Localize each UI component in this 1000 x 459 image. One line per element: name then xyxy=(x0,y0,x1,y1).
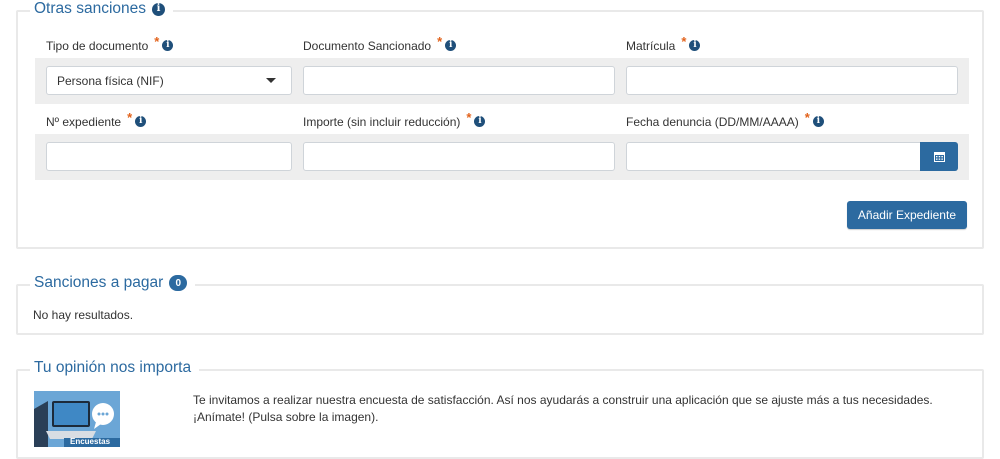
matricula-input[interactable] xyxy=(626,66,958,95)
info-icon[interactable]: i xyxy=(152,2,165,16)
required-mark: * xyxy=(437,34,443,49)
calendar-icon xyxy=(933,152,945,162)
sanciones-pagar-title: Sanciones a pagar 0 xyxy=(30,274,196,292)
required-mark: * xyxy=(681,34,687,49)
label-fecha-denuncia: Fecha denuncia (DD/MM/AAAA) * i xyxy=(626,110,824,129)
encuestas-image[interactable]: Encuestas xyxy=(34,391,120,447)
add-expediente-button[interactable]: Añadir Expediente xyxy=(846,201,967,229)
documento-sancionado-input[interactable] xyxy=(303,66,615,95)
label-num-expediente: Nº expediente * i xyxy=(46,110,147,129)
info-icon[interactable]: i xyxy=(812,116,824,127)
info-icon[interactable]: i xyxy=(445,40,457,51)
required-mark: * xyxy=(804,110,810,125)
importe-input[interactable] xyxy=(303,142,615,171)
empty-results-text: No hay resultados. xyxy=(33,308,134,322)
otras-sanciones-title: Otras sanciones i xyxy=(30,0,173,18)
sanciones-pagar-panel: Sanciones a pagar 0 No hay resultados. xyxy=(16,274,984,335)
fecha-denuncia-input[interactable] xyxy=(626,142,958,171)
info-icon[interactable]: i xyxy=(135,116,147,127)
required-mark: * xyxy=(127,110,133,125)
survey-text-line2: ¡Anímate! (Pulsa sobre la imagen). xyxy=(193,410,379,424)
otras-sanciones-panel: Otras sanciones i Tipo de documento * i … xyxy=(16,0,984,249)
required-mark: * xyxy=(154,34,160,49)
count-badge: 0 xyxy=(169,275,188,291)
label-tipo-documento: Tipo de documento * i xyxy=(46,34,174,53)
info-icon[interactable]: i xyxy=(162,40,174,51)
field-band-2 xyxy=(35,134,969,180)
survey-text-line1: Te invitamos a realizar nuestra encuesta… xyxy=(193,393,933,407)
opinion-panel: Tu opinión nos importa Encuestas Te invi… xyxy=(16,359,984,459)
calendar-button[interactable] xyxy=(920,142,958,171)
label-row-2: Nº expediente * i Importe (sin incluir r… xyxy=(35,108,969,134)
label-importe: Importe (sin incluir reducción) * i xyxy=(303,110,486,129)
info-icon[interactable]: i xyxy=(474,116,486,127)
label-row-1: Tipo de documento * i Documento Sanciona… xyxy=(35,32,969,58)
tipo-documento-select[interactable]: Persona física (NIF) xyxy=(46,66,292,95)
encuestas-image-label: Encuestas xyxy=(70,437,111,446)
chevron-down-icon xyxy=(266,78,276,83)
opinion-title: Tu opinión nos importa xyxy=(30,359,200,377)
required-mark: * xyxy=(466,110,472,125)
field-band-1: Persona física (NIF) xyxy=(35,58,969,104)
info-icon[interactable]: i xyxy=(689,40,701,51)
label-matricula: Matrícula * i xyxy=(626,34,701,53)
num-expediente-input[interactable] xyxy=(46,142,292,171)
label-documento-sancionado: Documento Sancionado * i xyxy=(303,34,457,53)
